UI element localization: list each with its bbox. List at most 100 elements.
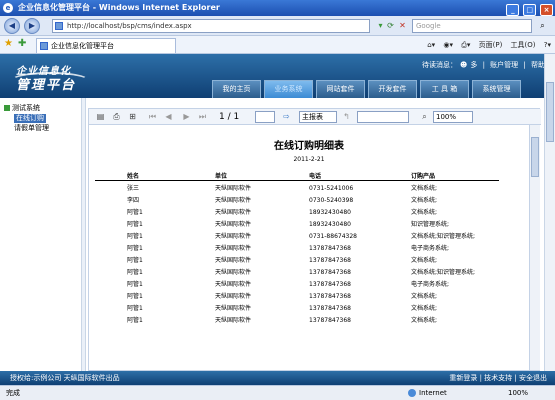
nav-tab-website[interactable]: 网站套件 bbox=[316, 80, 365, 98]
forward-button[interactable]: ▶ bbox=[24, 18, 40, 34]
stop-icon[interactable]: ✕ bbox=[396, 20, 409, 32]
tab-title: 企业信息化管理平台 bbox=[51, 42, 114, 50]
report-page: 在线订购明细表 2011-2-21 姓名 单位 电话 订购产品 张三 天纵国际软件… bbox=[89, 125, 529, 371]
status-bar: 完成 Internet 100% bbox=[0, 385, 555, 400]
page-icon bbox=[55, 22, 63, 30]
table-cell: 天纵国际软件 bbox=[215, 269, 252, 276]
help-link[interactable]: 帮助 bbox=[531, 61, 545, 69]
table-row: 张三 天纵国际软件 0731-5241006 文档系统; bbox=[95, 183, 499, 195]
prev-page-icon[interactable]: ◀ bbox=[163, 111, 174, 122]
back-button[interactable]: ◀ bbox=[4, 18, 20, 34]
table-cell: 天纵国际软件 bbox=[215, 233, 252, 240]
site-footer: 授权给:示例公司 天纵国际软件出品 重新登录 | 技术支持 | 安全退出 bbox=[0, 371, 555, 385]
separator: | bbox=[482, 61, 485, 69]
table-row: 阿管1 天纵国际软件 18932430480 知识管理系统; bbox=[95, 219, 499, 231]
table-cell: 天纵国际软件 bbox=[215, 317, 252, 324]
goto-page-icon[interactable]: ⇨ bbox=[281, 111, 292, 122]
table-row: 阿管1 天纵国际软件 13787847368 文档系统; bbox=[95, 315, 499, 327]
search-icon[interactable]: ⌕ bbox=[536, 20, 549, 32]
close-button[interactable]: × bbox=[540, 4, 553, 16]
table-cell: 天纵国际软件 bbox=[215, 281, 252, 288]
help-icon[interactable]: ?▾ bbox=[544, 41, 551, 49]
table-row: 阿管1 天纵国际软件 18932430480 文档系统; bbox=[95, 207, 499, 219]
first-page-icon[interactable]: ⏮ bbox=[147, 111, 158, 122]
home-icon[interactable]: ⌂▾ bbox=[427, 41, 435, 49]
status-text: 完成 bbox=[6, 389, 20, 397]
print-icon[interactable]: ⎙▾ bbox=[461, 41, 470, 49]
export-icon[interactable]: ▤ bbox=[95, 111, 106, 122]
sidebar-item-leave-mgmt[interactable]: 请假单管理 bbox=[14, 124, 49, 133]
security-zone: Internet bbox=[408, 386, 447, 400]
report-vertical-scrollbar[interactable] bbox=[529, 125, 540, 370]
table-cell: 文档系统; bbox=[411, 185, 438, 192]
url-text: http://localhost/bsp/cms/index.aspx bbox=[67, 22, 192, 30]
table-cell: 电子商务系统; bbox=[411, 245, 450, 252]
url-input[interactable]: http://localhost/bsp/cms/index.aspx bbox=[52, 19, 370, 33]
nav-tab-system[interactable]: 系统管理 bbox=[472, 80, 521, 98]
nav-tab-toolbox[interactable]: 工 具 箱 bbox=[420, 80, 469, 98]
print-report-icon[interactable]: ⎙ bbox=[111, 111, 122, 122]
table-row: 阿管1 天纵国际软件 13787847368 文档系统; bbox=[95, 255, 499, 267]
scroll-thumb[interactable] bbox=[531, 137, 539, 177]
tab-bar: ★ ✚ 企业信息化管理平台 ⌂▾ ◉▾ ⎙▾ 页面(P) 工具(O) ?▾ bbox=[0, 36, 555, 54]
next-page-icon[interactable]: ▶ bbox=[181, 111, 192, 122]
table-cell: 文档系统; bbox=[411, 293, 438, 300]
sidebar-item-online-order[interactable]: 在线订购 bbox=[14, 114, 46, 123]
table-cell: 阿管1 bbox=[127, 269, 143, 276]
browser-tab[interactable]: 企业信息化管理平台 bbox=[36, 38, 176, 53]
nav-tab-dev[interactable]: 开发套件 bbox=[368, 80, 417, 98]
table-body: 张三 天纵国际软件 0731-5241006 文档系统; 李四 天纵国际软件 0730-52… bbox=[95, 183, 499, 327]
col-product-header: 订购产品 bbox=[411, 173, 436, 180]
table-cell: 天纵国际软件 bbox=[215, 209, 252, 216]
message-user-icon: ☻ bbox=[460, 61, 468, 69]
footer-links[interactable]: 重新登录 | 技术支持 | 安全退出 bbox=[449, 371, 547, 385]
sidebar-root-label: 测试系统 bbox=[12, 104, 40, 112]
favorites-star-icon[interactable]: ★ bbox=[4, 38, 13, 49]
table-cell: 张三 bbox=[127, 185, 140, 192]
table-cell: 13787847368 bbox=[309, 293, 351, 300]
separator: | bbox=[523, 61, 526, 69]
scroll-thumb[interactable] bbox=[546, 82, 554, 142]
goto-page-input[interactable] bbox=[255, 111, 275, 123]
table-cell: 18932430480 bbox=[309, 209, 351, 216]
find-input[interactable] bbox=[357, 111, 409, 123]
tree-toggle-icon[interactable]: ⊞ bbox=[127, 111, 138, 122]
table-row: 阿管1 天纵国际软件 13787847368 文档系统;知识管理系统; bbox=[95, 267, 499, 279]
nav-tab-home[interactable]: 我的主页 bbox=[212, 80, 261, 98]
page-content: 企业信息化 管理平台 待读消息： ☻ 多 | 账户管理 | 帮助 我的主页 业务系统… bbox=[0, 54, 555, 385]
logo-line2: 管理平台 bbox=[16, 78, 77, 93]
sidebar-root[interactable]: 测试系统 bbox=[4, 104, 40, 113]
address-bar: ◀ ▶ http://localhost/bsp/cms/index.aspx … bbox=[0, 16, 555, 36]
report-select[interactable]: 主报表 bbox=[299, 111, 337, 123]
sidebar-splitter[interactable] bbox=[82, 98, 86, 371]
zoom-select[interactable]: 100% bbox=[433, 111, 473, 123]
last-page-icon[interactable]: ⏭ bbox=[197, 111, 208, 122]
minimize-button[interactable]: _ bbox=[506, 4, 520, 16]
page-menu[interactable]: 页面(P) bbox=[479, 41, 503, 49]
zoom-level[interactable]: 100% bbox=[508, 386, 528, 400]
page-scrollbar[interactable] bbox=[544, 54, 555, 371]
table-cell: 天纵国际软件 bbox=[215, 257, 252, 264]
footer-license: 授权给:示例公司 天纵国际软件出品 bbox=[10, 374, 120, 382]
find-icon[interactable]: ⌕ bbox=[419, 111, 430, 122]
table-cell: 阿管1 bbox=[127, 293, 143, 300]
table-cell: 13787847368 bbox=[309, 317, 351, 324]
message-user[interactable]: 多 bbox=[470, 61, 477, 69]
search-input[interactable]: Google bbox=[412, 19, 532, 33]
report-title: 在线订购明细表 bbox=[274, 141, 344, 152]
feeds-icon[interactable]: ◉▾ bbox=[443, 41, 453, 49]
account-link[interactable]: 账户管理 bbox=[490, 61, 518, 69]
table-cell: 文档系统; bbox=[411, 305, 438, 312]
tools-menu[interactable]: 工具(O) bbox=[511, 41, 536, 49]
table-cell: 文档系统; bbox=[411, 209, 438, 216]
report-date: 2011-2-21 bbox=[293, 156, 325, 163]
back-to-parent-icon[interactable]: ↰ bbox=[341, 111, 352, 122]
maximize-button[interactable]: □ bbox=[523, 4, 537, 16]
nav-tab-business[interactable]: 业务系统 bbox=[264, 80, 313, 98]
report-toolbar: ▤ ⎙ ⊞ ⏮ ◀ ▶ ⏭ 1 / 1 ⇨ 主报表 ↰ ⌕ 100% bbox=[89, 109, 541, 125]
window-titlebar: e 企业信息化管理平台 - Windows Internet Explorer … bbox=[0, 0, 555, 16]
table-row: 阿管1 天纵国际软件 13787847368 文档系统; bbox=[95, 291, 499, 303]
add-favorites-icon[interactable]: ✚ bbox=[18, 38, 26, 49]
table-cell: 天纵国际软件 bbox=[215, 245, 252, 252]
header-links: 待读消息： ☻ 多 | 账户管理 | 帮助 bbox=[419, 60, 545, 70]
